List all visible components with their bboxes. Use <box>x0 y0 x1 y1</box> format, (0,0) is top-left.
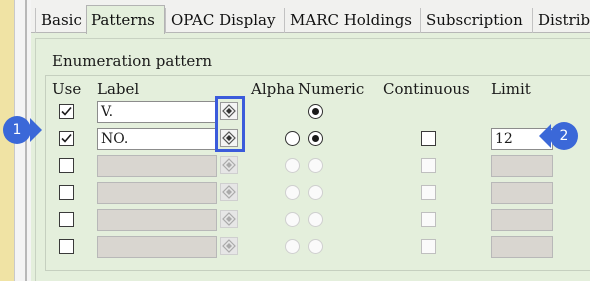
use-checkbox[interactable] <box>59 131 74 146</box>
continuous-checkbox <box>421 158 436 173</box>
alpha-radio <box>285 185 300 200</box>
alpha-radio <box>285 239 300 254</box>
tab-marc-holdings[interactable]: MARC Holdings <box>284 8 420 33</box>
alpha-radio <box>285 158 300 173</box>
tab-bar: Basic Patterns OPAC Display MARC Holding… <box>31 0 590 34</box>
continuous-checkbox <box>421 239 436 254</box>
use-checkbox[interactable] <box>59 212 74 227</box>
picker-icon <box>220 183 238 201</box>
continuous-checkbox <box>421 212 436 227</box>
tab-opac-display[interactable]: OPAC Display <box>165 8 284 33</box>
limit-input <box>491 182 553 204</box>
use-checkbox[interactable] <box>59 158 74 173</box>
header-numeric: Numeric <box>298 80 365 98</box>
section-title: Enumeration pattern <box>52 52 213 70</box>
numeric-radio <box>308 185 323 200</box>
picker-highlight-box <box>215 96 245 152</box>
use-checkbox[interactable] <box>59 239 74 254</box>
continuous-checkbox <box>421 185 436 200</box>
label-input[interactable]: NO. <box>97 128 217 150</box>
tab-subscription[interactable]: Subscription <box>420 8 532 33</box>
header-use: Use <box>52 80 82 98</box>
use-checkbox[interactable] <box>59 185 74 200</box>
label-input[interactable]: V. <box>97 101 217 123</box>
tab-patterns[interactable]: Patterns <box>86 5 165 34</box>
numeric-radio <box>308 239 323 254</box>
header-limit: Limit <box>491 80 531 98</box>
picker-icon <box>220 210 238 228</box>
callout-arrow-2 <box>539 124 551 148</box>
label-input <box>97 236 217 258</box>
numeric-radio <box>308 158 323 173</box>
picker-icon <box>220 156 238 174</box>
limit-input <box>491 209 553 231</box>
numeric-radio <box>308 212 323 227</box>
tab-distribution[interactable]: Distrib <box>532 8 590 33</box>
header-alpha: Alpha <box>251 80 295 98</box>
limit-input <box>491 236 553 258</box>
limit-input <box>491 155 553 177</box>
tab-basic[interactable]: Basic <box>35 8 85 33</box>
header-label: Label <box>97 80 140 98</box>
alpha-radio <box>285 212 300 227</box>
callout-badge-1: 1 <box>3 116 31 144</box>
header-continuous: Continuous <box>383 80 470 98</box>
numeric-radio[interactable] <box>308 131 323 146</box>
continuous-checkbox[interactable] <box>421 131 436 146</box>
label-input <box>97 182 217 204</box>
picker-icon <box>220 237 238 255</box>
callout-badge-2: 2 <box>550 122 578 150</box>
alpha-radio[interactable] <box>285 131 300 146</box>
use-checkbox[interactable] <box>59 104 74 119</box>
callout-arrow-1 <box>30 118 42 142</box>
label-input <box>97 209 217 231</box>
numeric-radio[interactable] <box>308 104 323 119</box>
label-input <box>97 155 217 177</box>
